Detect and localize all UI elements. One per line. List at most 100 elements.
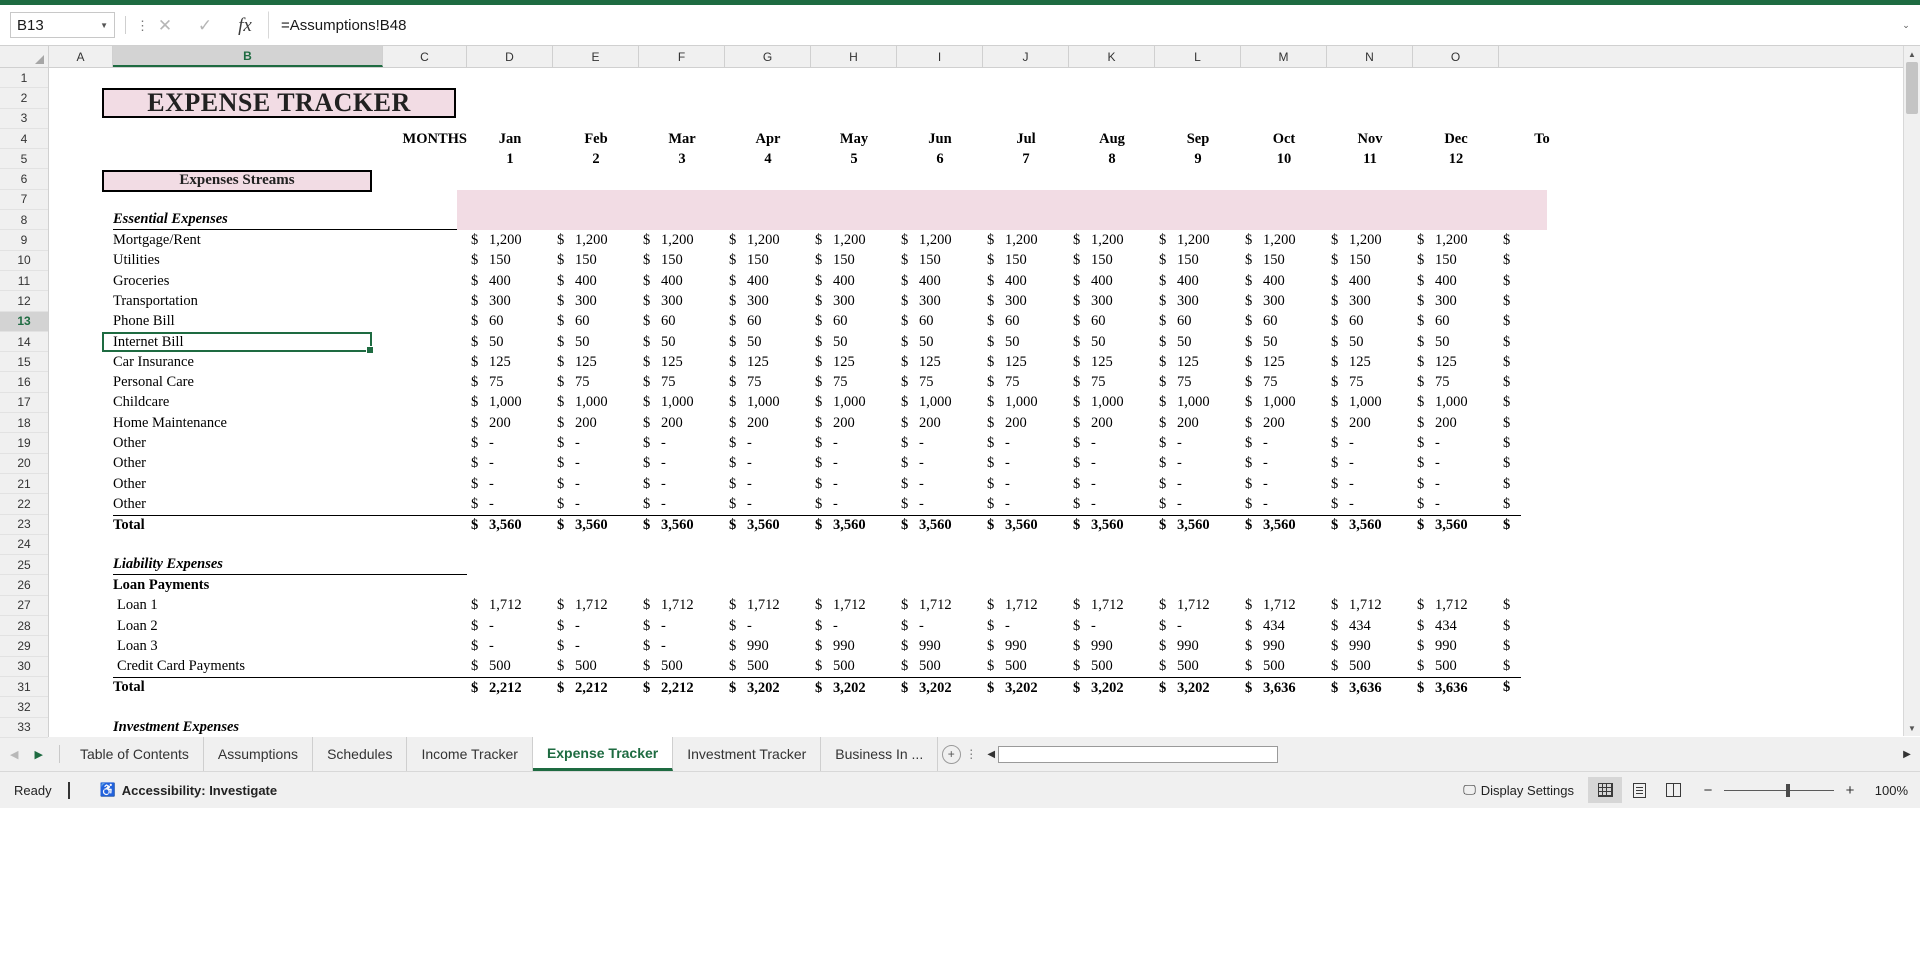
cell-L16[interactable]: $75 <box>1155 372 1241 392</box>
close-icon[interactable]: ✕ <box>156 17 174 34</box>
cell-C13[interactable] <box>383 312 467 332</box>
cell-O14[interactable]: $50 <box>1413 332 1499 352</box>
cell-J30[interactable]: $500 <box>983 657 1069 677</box>
cell-H17[interactable]: $1,000 <box>811 393 897 413</box>
cell-H28[interactable]: $ - <box>811 616 897 636</box>
cell-E22[interactable]: $ - <box>553 494 639 514</box>
month-header-Apr[interactable]: Apr <box>725 129 811 149</box>
cell-C17[interactable] <box>383 393 467 413</box>
sheet-tab-schedules[interactable]: Schedules <box>313 737 408 771</box>
cell-K11[interactable]: $400 <box>1069 271 1155 291</box>
cell-F29[interactable]: $ - <box>639 636 725 656</box>
expense-label-2[interactable]: Groceries <box>113 271 383 291</box>
cell-F28[interactable]: $ - <box>639 616 725 636</box>
cell-N29[interactable]: $990 <box>1327 636 1413 656</box>
cell-A21[interactable] <box>49 474 113 494</box>
cell-E16[interactable]: $75 <box>553 372 639 392</box>
month-header-Jan[interactable]: Jan <box>467 129 553 149</box>
cell-B4[interactable] <box>113 129 383 149</box>
cell-J19[interactable]: $ - <box>983 433 1069 453</box>
cell-P17[interactable]: $ <box>1499 393 1521 413</box>
row-header-17[interactable]: 17 <box>0 392 48 414</box>
cell-J12[interactable]: $300 <box>983 291 1069 311</box>
cell-K29[interactable]: $990 <box>1069 636 1155 656</box>
column-header-M[interactable]: M <box>1241 46 1327 67</box>
cell-L12[interactable]: $300 <box>1155 291 1241 311</box>
cell-E9[interactable]: $1,200 <box>553 230 639 250</box>
row-header-15[interactable]: 15 <box>0 352 48 373</box>
cell-C14[interactable] <box>383 332 467 352</box>
cell-G15[interactable]: $125 <box>725 352 811 372</box>
column-header-B[interactable]: B <box>113 46 383 67</box>
cell-G29[interactable]: $990 <box>725 636 811 656</box>
month-number-11[interactable]: 11 <box>1327 149 1413 169</box>
page-break-view-button[interactable] <box>1656 777 1690 803</box>
cell-E30[interactable]: $500 <box>553 657 639 677</box>
cell-O22[interactable]: $ - <box>1413 494 1499 514</box>
cell-J9[interactable]: $1,200 <box>983 230 1069 250</box>
essential-total-Nov[interactable]: $3,560 <box>1327 514 1413 535</box>
cell-A15[interactable] <box>49 352 113 372</box>
row-header-21[interactable]: 21 <box>0 473 48 495</box>
essential-total-Jan[interactable]: $3,560 <box>467 514 553 535</box>
liability-label-3[interactable]: Credit Card Payments <box>113 657 383 677</box>
zoom-out-button[interactable]: − <box>1700 782 1716 799</box>
cell-A32[interactable] <box>49 697 113 717</box>
cell-E17[interactable]: $1,000 <box>553 393 639 413</box>
cell-J13[interactable]: $60 <box>983 312 1069 332</box>
cell-P16[interactable]: $ <box>1499 372 1521 392</box>
cell-I14[interactable]: $50 <box>897 332 983 352</box>
loan-payments-subheader[interactable]: Loan Payments <box>113 575 383 595</box>
cell-O11[interactable]: $400 <box>1413 271 1499 291</box>
month-number-7[interactable]: 7 <box>983 149 1069 169</box>
expense-label-5[interactable]: Internet Bill <box>113 332 383 352</box>
cell-M17[interactable]: $1,000 <box>1241 393 1327 413</box>
cell-P30[interactable]: $ <box>1499 657 1521 677</box>
cell-H10[interactable]: $150 <box>811 251 897 271</box>
fx-icon[interactable]: fx <box>236 16 254 35</box>
cell-C5[interactable] <box>383 149 467 169</box>
cell-K15[interactable]: $125 <box>1069 352 1155 372</box>
cell-H16[interactable]: $75 <box>811 372 897 392</box>
cell-I30[interactable]: $500 <box>897 657 983 677</box>
row-header-10[interactable]: 10 <box>0 250 48 271</box>
month-header-Oct[interactable]: Oct <box>1241 129 1327 149</box>
cell-L17[interactable]: $1,000 <box>1155 393 1241 413</box>
essential-total-Oct[interactable]: $3,560 <box>1241 514 1327 535</box>
cell-F13[interactable]: $60 <box>639 312 725 332</box>
hscroll-left-icon[interactable]: ◀ <box>984 749 998 760</box>
cell-M13[interactable]: $60 <box>1241 312 1327 332</box>
cell-G28[interactable]: $ - <box>725 616 811 636</box>
zoom-in-button[interactable]: + <box>1842 782 1858 799</box>
essential-total-Feb[interactable]: $3,560 <box>553 514 639 535</box>
cell-E21[interactable]: $ - <box>553 474 639 494</box>
cell-N9[interactable]: $1,200 <box>1327 230 1413 250</box>
cell-A28[interactable] <box>49 616 113 636</box>
cell-G10[interactable]: $150 <box>725 251 811 271</box>
cell-L30[interactable]: $500 <box>1155 657 1241 677</box>
hscroll-right-icon[interactable]: ▶ <box>1900 749 1914 760</box>
cell-P29[interactable]: $ <box>1499 636 1521 656</box>
cell-P21[interactable]: $ <box>1499 474 1521 494</box>
cell-M30[interactable]: $500 <box>1241 657 1327 677</box>
cell-C28[interactable] <box>383 616 467 636</box>
cell-I9[interactable]: $1,200 <box>897 230 983 250</box>
cell-E28[interactable]: $ - <box>553 616 639 636</box>
cell-H20[interactable]: $ - <box>811 454 897 474</box>
cell-G11[interactable]: $400 <box>725 271 811 291</box>
cell-K21[interactable]: $ - <box>1069 474 1155 494</box>
row-header-6[interactable]: 6 <box>0 169 48 190</box>
cell-J27[interactable]: $1,712 <box>983 596 1069 616</box>
month-header-Nov[interactable]: Nov <box>1327 129 1413 149</box>
cell-P9[interactable]: $ <box>1499 230 1521 250</box>
cell-H29[interactable]: $990 <box>811 636 897 656</box>
column-header-L[interactable]: L <box>1155 46 1241 67</box>
cell-H9[interactable]: $1,200 <box>811 230 897 250</box>
cell-K13[interactable]: $60 <box>1069 312 1155 332</box>
cell-A9[interactable] <box>49 230 113 250</box>
cell-G18[interactable]: $200 <box>725 413 811 433</box>
cell-L9[interactable]: $1,200 <box>1155 230 1241 250</box>
sheet-tab-business-in[interactable]: Business In ... <box>821 737 939 771</box>
cell-A14[interactable] <box>49 332 113 352</box>
cell-J28[interactable]: $ - <box>983 616 1069 636</box>
